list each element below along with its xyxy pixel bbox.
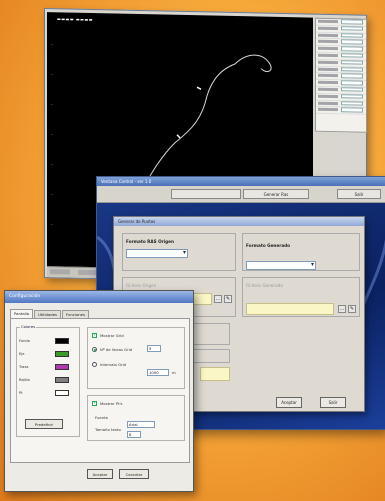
toolbar: Generar Ras Salir [97,186,385,203]
exit-button[interactable]: Salir [337,189,381,199]
show-grid-checkbox[interactable] [92,332,97,338]
color-swatch-points[interactable] [55,390,69,396]
generate-button[interactable]: Generar Ras [243,189,309,199]
dialog-titlebar: Generar de Puntos [114,217,364,226]
property-field[interactable] [341,60,363,65]
property-field[interactable] [341,100,363,106]
defaults-button[interactable]: Predefinir [25,419,63,429]
grid-interval-radio[interactable] [92,362,97,367]
property-field[interactable] [341,39,363,45]
grid-interval-label: Intervalo Grid [100,362,127,367]
property-field[interactable] [341,73,363,79]
colors-group-title: Colores [20,324,37,329]
color-label-trace: Traza [19,365,29,369]
property-field[interactable] [341,46,363,52]
property-field[interactable] [341,66,363,72]
status-segment [50,269,70,275]
browse-source-button[interactable]: … [214,295,222,303]
grid-interval-input[interactable]: 1000 [147,369,169,376]
input-format-select[interactable] [126,249,188,258]
toolbar-button[interactable] [171,189,241,199]
color-label-axis: Eje [19,352,25,356]
cancel-button[interactable]: Salir [320,397,346,408]
output-format-label: Formato Generado [246,243,291,248]
color-swatch-grid[interactable] [55,377,69,383]
generated-file-label: Fichero Generado [246,283,283,288]
show-points-checkbox[interactable] [92,400,97,406]
source-file-label: Fichero Origen [126,283,157,288]
grid-lines-label: Nº de líneas Grid [100,347,133,352]
cancel-button[interactable]: Cancelar [119,469,149,479]
status-segment [77,269,98,276]
font-select[interactable]: Arial [127,421,155,428]
accept-button[interactable]: Aceptar [87,469,113,479]
grid-lines-input[interactable]: 5 [147,345,161,352]
log-field[interactable] [200,367,230,381]
grid-lines-radio[interactable] [92,347,97,352]
accept-button[interactable]: Aceptar [276,397,302,408]
color-label-grid: Rejilla [19,378,30,382]
property-field[interactable] [341,87,363,93]
property-field[interactable] [341,107,363,113]
property-field[interactable] [341,19,363,25]
points-window-titlebar: Ventana Control - ver 1.0 [97,177,385,186]
color-label-points: Pt [19,391,23,395]
generated-file-field[interactable] [246,303,334,315]
color-label-background: Fondo [19,339,30,343]
font-label: Fuente [95,415,108,420]
text-size-label: Tamaño texto [95,427,121,432]
property-field[interactable] [341,80,363,86]
show-points-label: Mostrar Pt's [100,401,123,406]
color-swatch-trace[interactable] [55,364,69,370]
color-swatch-background[interactable] [55,338,69,344]
text-size-select[interactable]: 8 [127,431,141,438]
grid-interval-unit: m [172,370,176,375]
property-field[interactable] [341,53,363,59]
browse-generated-button[interactable]: … [338,305,346,313]
configuration-titlebar: Configuración [5,291,193,303]
property-field[interactable] [341,93,363,99]
edit-source-icon[interactable]: ✎ [224,295,232,303]
color-swatch-axis[interactable] [55,351,69,357]
properties-panel [315,17,367,133]
tab-panel: Colores Fondo Eje Traza Rejilla Pt Prede… [10,318,190,463]
configuration-window: Configuración Pantalla Utilidades Funcione… [4,290,194,492]
edit-generated-icon[interactable]: ✎ [348,305,356,313]
input-format-label: Formato RAS Origen [126,239,174,244]
property-field[interactable] [341,26,363,31]
property-field[interactable] [341,32,363,38]
show-grid-label: Mostrar Grid [100,333,124,338]
output-format-select[interactable] [246,261,316,270]
tab-strip: Pantalla Utilidades Funciones [10,309,90,319]
